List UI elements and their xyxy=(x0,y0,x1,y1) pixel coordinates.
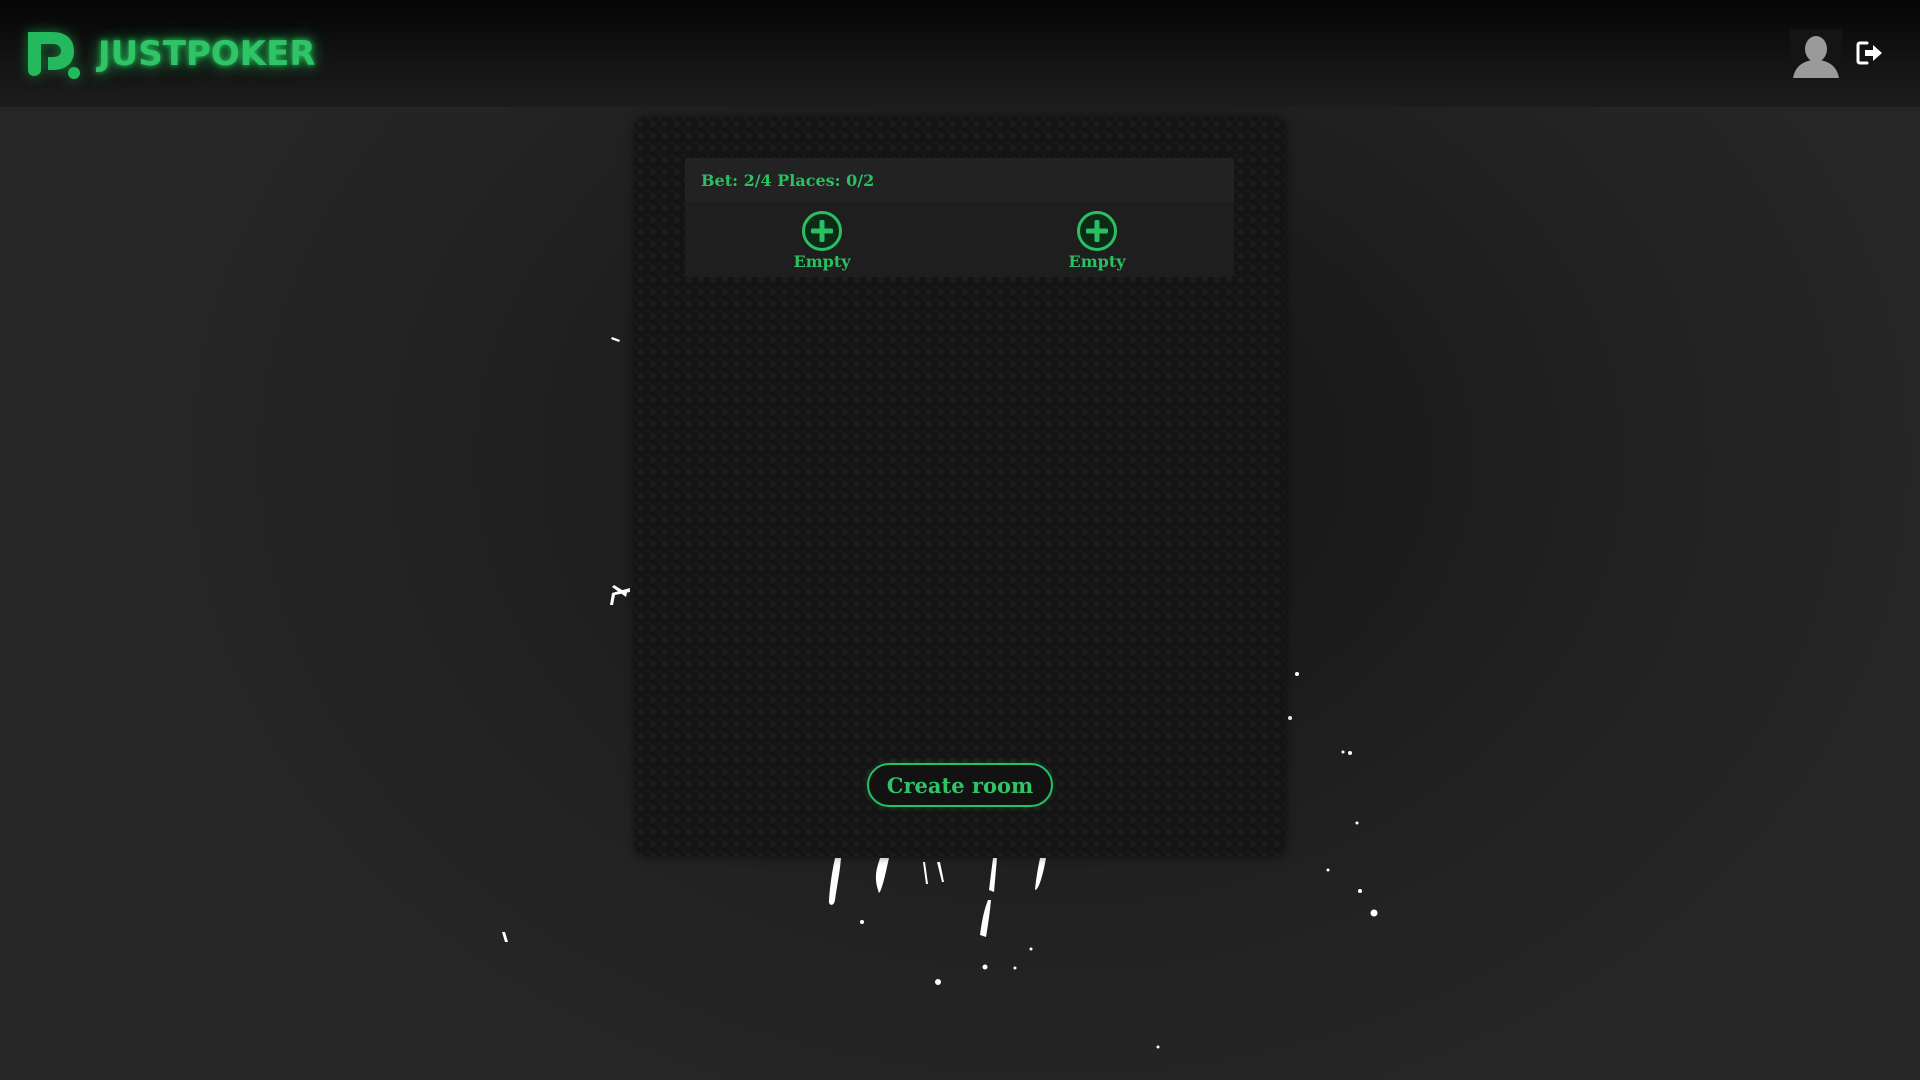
room-list-panel: Bet: 2/4 Places: 0/2 Empty Empty Create … xyxy=(635,118,1285,856)
seat-1[interactable]: Empty xyxy=(777,210,867,271)
justpoker-logo-icon xyxy=(28,32,80,79)
brand-name: JUSTPOKER xyxy=(98,34,316,74)
seat-1-label: Empty xyxy=(793,252,851,271)
plus-circle-icon xyxy=(802,211,842,251)
seat-2[interactable]: Empty xyxy=(1052,210,1142,271)
room-seats: Empty Empty xyxy=(685,202,1234,277)
room-card[interactable]: Bet: 2/4 Places: 0/2 Empty Empty xyxy=(685,158,1234,277)
plus-circle-icon xyxy=(1077,211,1117,251)
room-bet-label: Bet: 2/4 xyxy=(701,170,772,190)
logout-icon xyxy=(1856,41,1882,65)
create-room-button[interactable]: Create room xyxy=(867,763,1053,807)
user-avatar-button[interactable] xyxy=(1790,29,1842,78)
brand-logo[interactable]: JUSTPOKER xyxy=(24,26,316,82)
room-info-bar: Bet: 2/4 Places: 0/2 xyxy=(685,158,1234,202)
top-navigation-bar: JUSTPOKER xyxy=(0,0,1920,107)
room-places-label: Places: 0/2 xyxy=(777,170,875,190)
logout-button[interactable] xyxy=(1856,40,1884,66)
seat-2-label: Empty xyxy=(1068,252,1126,271)
user-avatar-icon xyxy=(1793,36,1839,78)
